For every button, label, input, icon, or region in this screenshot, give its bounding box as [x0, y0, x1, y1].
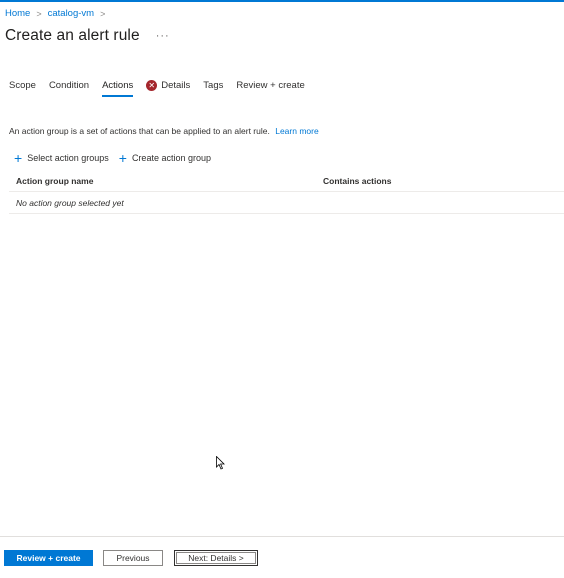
- error-icon: ✕: [146, 80, 158, 91]
- tab-label: Details: [161, 80, 191, 91]
- page-title: Create an alert rule: [5, 27, 140, 44]
- action-toolbar: + Select action groups + Create action g…: [14, 151, 221, 165]
- table-header: Action group name Contains actions: [9, 171, 564, 192]
- breadcrumb-separator: >: [36, 8, 42, 19]
- create-action-group-label: Create action group: [131, 153, 211, 163]
- breadcrumb-separator: >: [100, 8, 106, 19]
- tab-label: Tags: [203, 80, 224, 91]
- tab-condition[interactable]: Condition: [49, 80, 89, 97]
- tab-label: Condition: [48, 80, 90, 91]
- review-create-button[interactable]: Review + create: [4, 550, 93, 566]
- wizard-tabs: Scope Condition Actions ✕ Details Tags R…: [9, 80, 318, 97]
- column-header-action-group-name: Action group name: [16, 176, 94, 186]
- learn-more-link[interactable]: Learn more: [275, 126, 318, 136]
- actions-description: An action group is a set of actions that…: [9, 126, 319, 136]
- empty-state-text: No action group selected yet: [16, 197, 124, 208]
- footer-bar: Review + create Previous Next: Details >: [0, 536, 564, 578]
- tab-label: Review + create: [236, 80, 305, 91]
- create-action-group-button[interactable]: + Create action group: [119, 151, 211, 165]
- select-action-groups-button[interactable]: + Select action groups: [14, 151, 109, 165]
- tab-review-create[interactable]: Review + create: [236, 80, 304, 97]
- mouse-pointer-icon: [216, 456, 225, 470]
- breadcrumb-catalog-vm[interactable]: catalog-vm: [48, 8, 94, 19]
- select-action-groups-label: Select action groups: [27, 153, 109, 163]
- description-text: An action group is a set of actions that…: [9, 126, 270, 136]
- top-accent-line: [0, 0, 564, 2]
- previous-button[interactable]: Previous: [103, 550, 163, 566]
- next-details-button[interactable]: Next: Details >: [174, 550, 258, 566]
- tab-details[interactable]: ✕ Details: [146, 80, 190, 97]
- table-row: No action group selected yet: [9, 192, 564, 214]
- tab-label: Actions: [102, 80, 134, 91]
- tab-scope[interactable]: Scope: [9, 80, 36, 97]
- tab-tags[interactable]: Tags: [203, 80, 223, 97]
- action-groups-table: Action group name Contains actions No ac…: [9, 171, 564, 214]
- tab-actions[interactable]: Actions: [102, 80, 134, 97]
- more-options-icon[interactable]: ···: [156, 30, 170, 42]
- plus-icon: +: [14, 150, 23, 166]
- plus-icon: +: [118, 150, 127, 166]
- column-header-contains-actions: Contains actions: [323, 176, 392, 186]
- breadcrumb: Home > catalog-vm >: [5, 8, 111, 19]
- title-row: Create an alert rule ···: [5, 27, 170, 45]
- breadcrumb-home[interactable]: Home: [5, 8, 30, 19]
- tab-label: Scope: [9, 80, 36, 91]
